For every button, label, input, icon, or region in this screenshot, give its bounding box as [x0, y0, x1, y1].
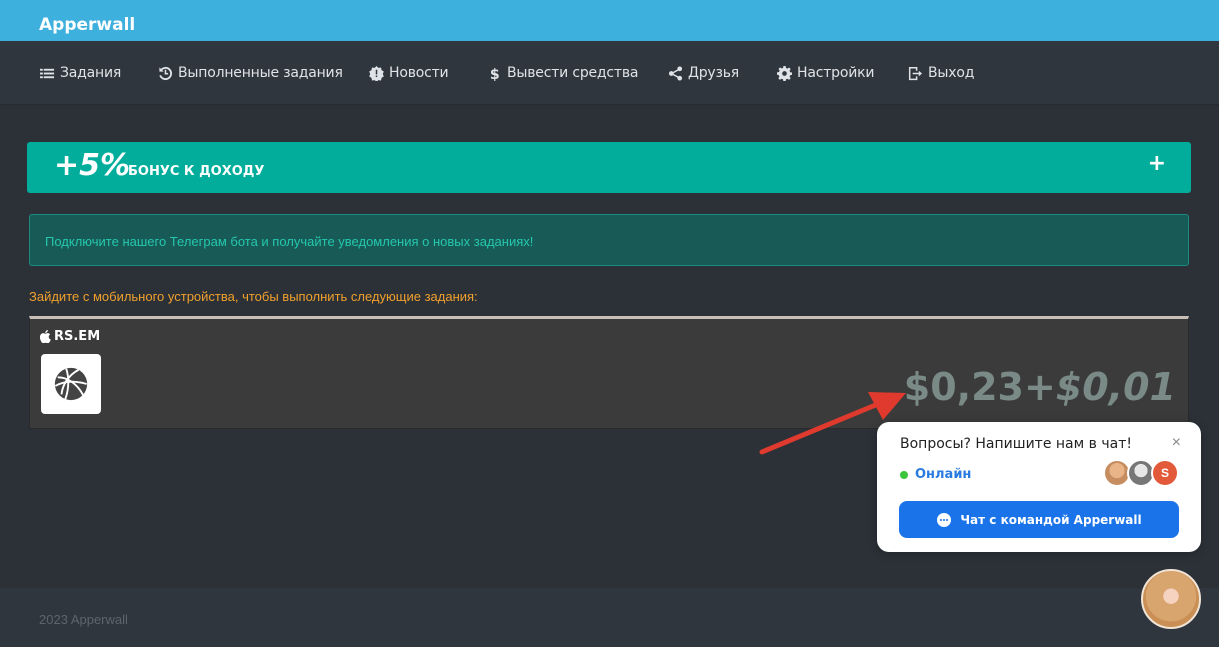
footer-copyright: 2023 Apperwall [39, 612, 128, 627]
online-status: Онлайн [900, 467, 971, 482]
avatar-letter: S [1160, 466, 1169, 480]
chat-widget-popup: Вопросы? Напишите нам в чат! × Онлайн S … [877, 422, 1201, 552]
open-chat-button[interactable]: Чат с командой Apperwall [899, 501, 1179, 538]
chat-launcher-avatar[interactable] [1141, 569, 1201, 629]
close-icon[interactable]: × [1172, 434, 1181, 452]
online-status-label: Онлайн [915, 467, 972, 482]
avatar: S [1151, 459, 1179, 487]
online-dot-icon [900, 470, 908, 479]
chat-title: Вопросы? Напишите нам в чат! [900, 436, 1132, 452]
open-chat-label: Чат с командой Apperwall [960, 512, 1142, 527]
operator-avatars: S [1103, 459, 1179, 487]
chat-bubble-icon [937, 512, 952, 527]
footer: 2023 Apperwall [0, 588, 1219, 647]
